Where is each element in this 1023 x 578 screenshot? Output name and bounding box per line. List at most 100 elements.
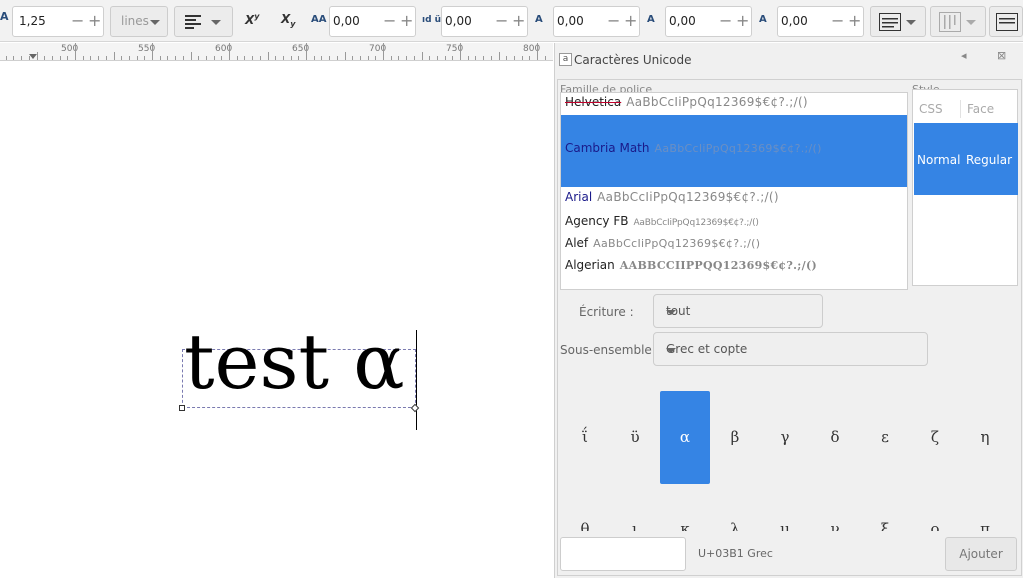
- alignment-dropdown[interactable]: [174, 6, 233, 37]
- horizontal-kerning-spinbox[interactable]: 0,00 − +: [553, 6, 640, 37]
- glyph-cell[interactable]: ξ: [860, 520, 910, 531]
- script-dropdown[interactable]: tout: [653, 294, 823, 328]
- decrement-icon[interactable]: −: [831, 11, 844, 30]
- rotation-spinbox[interactable]: 0,00 − +: [777, 6, 864, 37]
- style-item-normal-regular[interactable]: Normal Regular: [914, 123, 1018, 195]
- style-column-css[interactable]: CSS: [919, 102, 943, 116]
- ruler-tick: [282, 56, 284, 60]
- glyph-cell[interactable]: ο: [910, 520, 960, 531]
- close-panel-icon[interactable]: ⊠: [997, 49, 1006, 62]
- add-character-button[interactable]: Ajouter: [945, 537, 1017, 571]
- ruler-tick: [44, 56, 46, 60]
- glyph-cell[interactable]: ΐ: [560, 391, 610, 484]
- line-height-value[interactable]: 1,25: [19, 14, 46, 28]
- glyph-cell[interactable]: η: [960, 391, 1010, 484]
- ruler-tick: [236, 56, 238, 60]
- ruler-tick: [537, 43, 538, 60]
- text-cursor: [416, 330, 417, 430]
- ruler-tick: [467, 56, 469, 60]
- increment-icon[interactable]: +: [736, 11, 749, 30]
- font-item-alef[interactable]: Alef AaBbCcIiPpQq12369$€¢?.;/(): [561, 236, 907, 256]
- decrement-icon[interactable]: −: [607, 11, 620, 30]
- letter-spacing-value[interactable]: 0,00: [333, 14, 360, 28]
- writing-mode-dropdown[interactable]: [870, 6, 926, 37]
- chevron-down-icon: [966, 20, 976, 25]
- style-column-face[interactable]: Face: [967, 102, 994, 116]
- horizontal-text-icon: [879, 13, 901, 31]
- increment-icon[interactable]: +: [624, 11, 637, 30]
- text-orientation-dropdown[interactable]: [930, 6, 986, 37]
- panel-title: Caractères Unicode: [574, 53, 692, 67]
- character-entry-field[interactable]: [560, 537, 686, 571]
- subset-label: Sous-ensemble :: [560, 343, 660, 357]
- ruler-tick: [329, 56, 331, 60]
- word-spacing-spinbox[interactable]: 0,00 − +: [441, 6, 528, 37]
- glyph-cell[interactable]: ζ: [910, 391, 960, 484]
- vertical-kerning-spinbox[interactable]: 0,00 − +: [665, 6, 752, 37]
- ruler-tick: [390, 56, 392, 60]
- increment-icon[interactable]: +: [512, 11, 525, 30]
- text-resize-handle[interactable]: [410, 403, 420, 413]
- ruler-tick: [152, 43, 153, 60]
- horizontal-kerning-value[interactable]: 0,00: [557, 14, 584, 28]
- glyph-cell[interactable]: κ: [660, 520, 710, 531]
- decrement-icon[interactable]: −: [719, 11, 732, 30]
- canvas-text-object[interactable]: test α: [184, 324, 405, 400]
- font-name: Arial: [565, 190, 593, 204]
- font-item-agency-fb[interactable]: Agency FB AaBbCcIiPpQq12369$€¢?.;/(): [561, 214, 907, 234]
- superscript-icon[interactable]: Xy: [245, 12, 259, 27]
- drawing-canvas[interactable]: test α: [0, 62, 553, 578]
- font-family-list[interactable]: Helvetica AaBbCcIiPpQq12369$€¢?.;/() Camb…: [560, 92, 908, 290]
- chevron-down-icon: [211, 20, 221, 25]
- subscript-icon[interactable]: Xy: [281, 12, 295, 28]
- font-item-cambria-math[interactable]: Cambria Math AaBbCcIiPpQq12369$€¢?.;/(): [561, 115, 907, 187]
- text-baseline-handle[interactable]: [179, 405, 185, 411]
- ruler-tick: [182, 56, 184, 60]
- ruler-tick: [221, 56, 223, 60]
- vertical-kerning-value[interactable]: 0,00: [669, 14, 696, 28]
- decrement-icon[interactable]: −: [383, 11, 396, 30]
- ruler-tick: [344, 52, 346, 60]
- ruler-tick: [498, 52, 500, 60]
- ruler-tick: [529, 56, 531, 60]
- glyph-cell[interactable]: θ: [560, 520, 610, 531]
- rotation-value[interactable]: 0,00: [781, 14, 808, 28]
- ruler-tick: [190, 52, 192, 60]
- subset-dropdown[interactable]: Grec et copte: [653, 332, 928, 366]
- glyph-cell[interactable]: π: [960, 520, 1010, 531]
- increment-icon[interactable]: +: [848, 11, 861, 30]
- chevron-down-icon: [666, 310, 676, 315]
- increment-icon[interactable]: +: [88, 11, 101, 30]
- glyph-cell[interactable]: β: [710, 391, 760, 484]
- increment-icon[interactable]: +: [400, 11, 413, 30]
- glyph-cell[interactable]: ϋ: [610, 391, 660, 484]
- horizontal-ruler[interactable]: 500 550 600 650 700 750 800: [0, 43, 553, 61]
- ruler-tick: [506, 56, 508, 60]
- glyph-cell[interactable]: ε: [860, 391, 910, 484]
- decrement-icon[interactable]: −: [71, 11, 84, 30]
- collapse-panel-icon[interactable]: ◂: [961, 49, 967, 62]
- glyph-cell-selected[interactable]: α: [660, 391, 710, 484]
- font-item-algerian[interactable]: Algerian AABBCCIIPPQQ12369$€¢?.;/(): [561, 258, 907, 278]
- vertical-text-icon: [939, 12, 961, 32]
- glyph-cell[interactable]: λ: [710, 520, 760, 531]
- ruler-tick: [306, 43, 307, 60]
- glyph-cell[interactable]: ν: [810, 520, 860, 531]
- font-item-helvetica[interactable]: Helvetica AaBbCcIiPpQq12369$€¢?.;/(): [561, 95, 907, 115]
- text-direction-button[interactable]: [989, 6, 1023, 37]
- word-spacing-value[interactable]: 0,00: [445, 14, 472, 28]
- ruler-tick: [460, 43, 461, 60]
- line-height-spinbox[interactable]: 1,25 − +: [12, 6, 104, 37]
- glyph-grid[interactable]: ΐ ϋ α β γ δ ε ζ η θ ι κ λ μ ν ξ ο π: [560, 381, 1018, 531]
- line-height-unit-dropdown[interactable]: lines: [110, 6, 168, 37]
- decrement-icon[interactable]: −: [495, 11, 508, 30]
- glyph-cell[interactable]: δ: [810, 391, 860, 484]
- text-direction-icon: [996, 13, 1018, 31]
- ruler-tick: [59, 56, 61, 60]
- letter-spacing-spinbox[interactable]: 0,00 − +: [329, 6, 416, 37]
- glyph-cell[interactable]: γ: [760, 391, 810, 484]
- style-list[interactable]: CSS Face Normal Regular: [912, 89, 1018, 286]
- font-item-arial[interactable]: Arial AaBbCcIiPpQq12369$€¢?.;/(): [561, 190, 907, 210]
- glyph-cell[interactable]: ι: [610, 520, 660, 531]
- glyph-cell[interactable]: μ: [760, 520, 810, 531]
